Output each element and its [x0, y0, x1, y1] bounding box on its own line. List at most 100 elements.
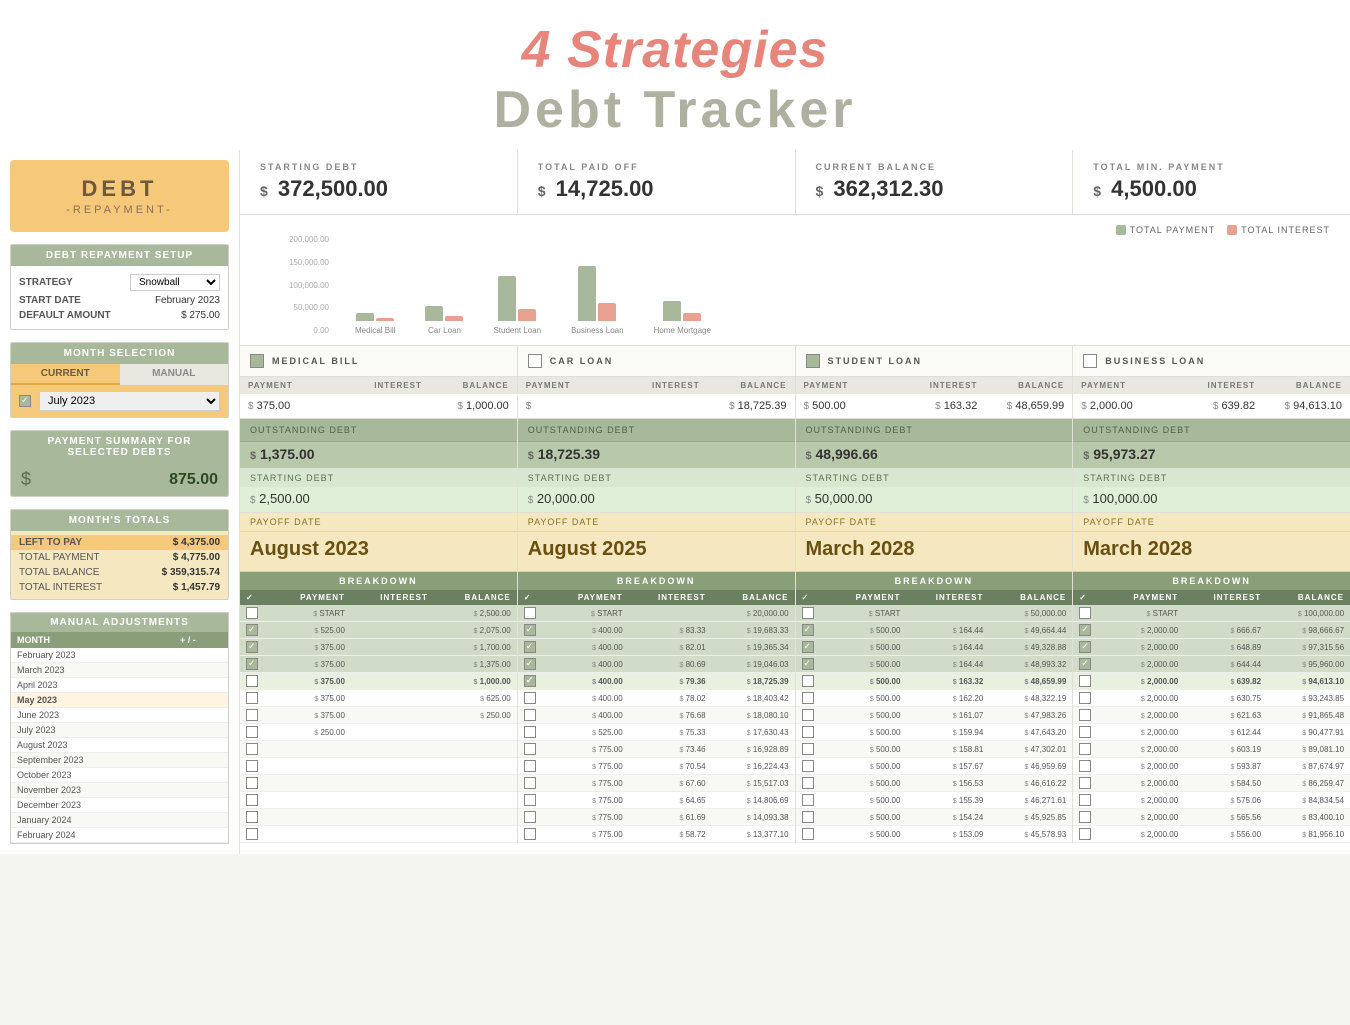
- debt-title-student_loan: STUDENT LOAN: [828, 356, 923, 366]
- bar-interest: [518, 309, 536, 321]
- breakdown-row: $ 500.00 $ 162.20 $ 48,322.19: [796, 690, 1073, 707]
- total-paid-off-value: 14,725.00: [556, 176, 654, 201]
- breakdown-start-row: $ START $ 100,000.00: [1073, 605, 1350, 622]
- breakdown-start-row: $ START $ 2,500.00: [240, 605, 517, 622]
- month-checkbox[interactable]: [19, 395, 31, 407]
- tab-current[interactable]: CURRENT: [11, 364, 120, 385]
- manual-adj-header: MANUAL ADJUSTMENTS: [11, 613, 228, 632]
- setup-header: DEBT REPAYMENT SETUP: [11, 245, 228, 266]
- debt-card-header-car_loan: CAR LOAN: [518, 346, 795, 377]
- totals-label: TOTAL INTEREST: [19, 582, 102, 593]
- debt-payoff-label: PAYOFF DATE: [1073, 513, 1350, 532]
- breakdown-cols: ✓ PAYMENT INTEREST BALANCE: [240, 590, 517, 605]
- breakdown-row: $ 2,000.00 $ 621.63 $ 91,865.48: [1073, 707, 1350, 724]
- debt-starting-label: STARTING DEBT: [518, 469, 795, 487]
- chart-y-labels: 200,000.00 150,000.00 100,000.00 50,000.…: [270, 235, 335, 335]
- breakdown-row: $ 2,000.00 $ 575.06 $ 84,834.54: [1073, 792, 1350, 809]
- debt-checkbox-medical_bill[interactable]: [250, 354, 264, 368]
- breakdown-header: BREAKDOWN: [240, 572, 517, 590]
- debt-starting-value: $ 2,500.00: [240, 487, 517, 513]
- title-strategies: 4 Strategies: [0, 20, 1350, 80]
- totals-label: TOTAL PAYMENT: [19, 552, 100, 563]
- breakdown-row: [240, 741, 517, 758]
- manual-adj-row: March 2023: [11, 663, 228, 678]
- debt-checkbox-business_loan[interactable]: [1083, 354, 1097, 368]
- debt-cols: PAYMENT INTEREST BALANCE: [796, 377, 1073, 394]
- breakdown-row: $ 500.00 $ 163.32 $ 48,659.99: [796, 673, 1073, 690]
- months-totals-header: MONTH'S TOTALS: [11, 510, 228, 531]
- stats-bar: STARTING DEBT $ 372,500.00 TOTAL PAID OF…: [240, 150, 1350, 215]
- breakdown-row: $ 500.00 $ 164.44 $ 48,993.32: [796, 656, 1073, 673]
- debt-payoff-date-student_loan: March 2028: [796, 532, 1073, 572]
- totals-value: $ 1,457.79: [173, 582, 220, 593]
- months-totals: MONTH'S TOTALS LEFT TO PAY $ 4,375.00 TOT…: [10, 509, 229, 600]
- legend-interest: TOTAL INTEREST: [1241, 225, 1330, 235]
- debt-payoff-date-medical_bill: August 2023: [240, 532, 517, 572]
- debt-values: $ 375.00 $ 1,000.00: [240, 394, 517, 419]
- breakdown-row: $ 400.00 $ 83.33 $ 19,683.33: [518, 622, 795, 639]
- chart-area: TOTAL PAYMENT TOTAL INTEREST 200,000.00 …: [240, 215, 1350, 346]
- debt-cards: MEDICAL BILL PAYMENT INTEREST BALANCE $ …: [240, 346, 1350, 843]
- debt-card-header-student_loan: STUDENT LOAN: [796, 346, 1073, 377]
- bar-payment: [663, 301, 681, 321]
- debt-title-business_loan: BUSINESS LOAN: [1105, 356, 1205, 366]
- debt-title-medical_bill: MEDICAL BILL: [272, 356, 359, 366]
- breakdown-row: $ 500.00 $ 159.94 $ 47,643.20: [796, 724, 1073, 741]
- breakdown-row: $ 2,000.00 $ 648.89 $ 97,315.56: [1073, 639, 1350, 656]
- month-dropdown[interactable]: July 2023 August 2023: [39, 391, 220, 411]
- manual-adj-row: December 2023: [11, 798, 228, 813]
- debt-starting-value: $ 50,000.00: [796, 487, 1073, 513]
- breakdown-start-row: $ START $ 50,000.00: [796, 605, 1073, 622]
- chart-bar-group: Car Loan: [425, 306, 463, 335]
- breakdown-row: $ 375.00 $ 625.00: [240, 690, 517, 707]
- debt-checkbox-student_loan[interactable]: [806, 354, 820, 368]
- breakdown-row: $ 400.00 $ 80.69 $ 19,046.03: [518, 656, 795, 673]
- breakdown-row: $ 500.00 $ 164.44 $ 49,664.44: [796, 622, 1073, 639]
- manual-adjustments: MANUAL ADJUSTMENTS MONTH + / - February …: [10, 612, 229, 844]
- totals-value: $ 4,375.00: [173, 537, 220, 548]
- payment-summary-currency: $: [21, 469, 31, 490]
- debt-starting-value: $ 20,000.00: [518, 487, 795, 513]
- breakdown-row: $ 500.00 $ 154.24 $ 45,925.85: [796, 809, 1073, 826]
- sidebar-logo: DEBT -REPAYMENT-: [10, 160, 229, 232]
- debt-values: $ 500.00 $ 163.32 $ 48,659.99: [796, 394, 1073, 419]
- tab-manual[interactable]: MANUAL: [120, 364, 229, 385]
- breakdown-row: $ 500.00 $ 153.09 $ 45,578.93: [796, 826, 1073, 843]
- chart-bar-group: Home Mortgage: [654, 301, 711, 335]
- bar-interest: [683, 313, 701, 321]
- debt-outstanding-value: $ 95,973.27: [1073, 442, 1350, 469]
- strategy-select[interactable]: Snowball Avalanche: [130, 274, 220, 291]
- content-area: STARTING DEBT $ 372,500.00 TOTAL PAID OF…: [240, 150, 1350, 854]
- breakdown-header: BREAKDOWN: [518, 572, 795, 590]
- debt-starting-label: STARTING DEBT: [1073, 469, 1350, 487]
- manual-adj-row: October 2023: [11, 768, 228, 783]
- bar-interest: [598, 303, 616, 321]
- breakdown-row: $ 525.00 $ 2,075.00: [240, 622, 517, 639]
- manual-adj-row: February 2024: [11, 828, 228, 843]
- breakdown-row: $ 2,000.00 $ 565.56 $ 83,400.10: [1073, 809, 1350, 826]
- chart-bar-group: Student Loan: [493, 276, 541, 335]
- totals-row: LEFT TO PAY $ 4,375.00: [11, 535, 228, 550]
- bar-label: Student Loan: [493, 326, 541, 335]
- current-balance-currency: $: [816, 183, 824, 199]
- total-min-payment-value: 4,500.00: [1111, 176, 1197, 201]
- default-amount-label: DEFAULT AMOUNT: [19, 310, 111, 321]
- debt-card-car_loan: CAR LOAN PAYMENT INTEREST BALANCE $ $ 18…: [518, 346, 796, 843]
- manual-adj-row: January 2024: [11, 813, 228, 828]
- manual-adj-row: February 2023: [11, 648, 228, 663]
- stat-total-min-payment: TOTAL MIN. PAYMENT $ 4,500.00: [1073, 150, 1350, 214]
- current-balance-value: 362,312.30: [833, 176, 943, 201]
- month-selection-header: MONTH SELECTION: [11, 343, 228, 364]
- breakdown-row: $ 500.00 $ 155.39 $ 46,271.61: [796, 792, 1073, 809]
- title-debt: Debt Tracker: [0, 80, 1350, 140]
- totals-row: TOTAL BALANCE $ 359,315.74: [19, 565, 220, 580]
- total-min-payment-currency: $: [1093, 183, 1101, 199]
- breakdown-row: [240, 758, 517, 775]
- debt-starting-value: $ 100,000.00: [1073, 487, 1350, 513]
- breakdown-row: $ 400.00 $ 78.02 $ 18,403.42: [518, 690, 795, 707]
- breakdown-row: $ 400.00 $ 79.36 $ 18,725.39: [518, 673, 795, 690]
- debt-cols: PAYMENT INTEREST BALANCE: [240, 377, 517, 394]
- debt-title-car_loan: CAR LOAN: [550, 356, 614, 366]
- breakdown-row: [240, 792, 517, 809]
- debt-checkbox-car_loan[interactable]: [528, 354, 542, 368]
